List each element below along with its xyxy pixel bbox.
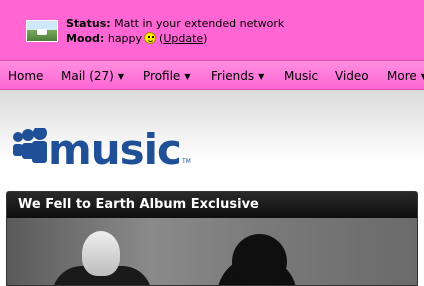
myspace-people-icon bbox=[13, 128, 47, 163]
nav-friends[interactable]: Friends ▼ bbox=[211, 69, 264, 83]
feature-panel: We Fell to Earth Album Exclusive bbox=[6, 191, 418, 286]
nav-video-label: Video bbox=[335, 69, 369, 83]
feature-title[interactable]: We Fell to Earth Album Exclusive bbox=[7, 192, 417, 218]
nav-home-label: Home bbox=[8, 69, 44, 83]
status-text: Matt in your extended network bbox=[114, 17, 285, 30]
nav-mail[interactable]: Mail (27) ▼ bbox=[61, 69, 124, 83]
nav-friends-label: Friends bbox=[211, 69, 255, 83]
nav-more[interactable]: More ▼ bbox=[387, 69, 424, 83]
caret-down-icon: ▼ bbox=[258, 72, 265, 81]
update-link[interactable]: Update bbox=[163, 32, 203, 45]
caret-down-icon: ▼ bbox=[184, 72, 191, 81]
status-line: Status: Matt in your extended network bbox=[66, 16, 284, 31]
nav-profile[interactable]: Profile ▼ bbox=[143, 69, 190, 83]
profile-thumbnail[interactable] bbox=[26, 20, 58, 42]
person-head bbox=[82, 231, 120, 276]
mood-text: happy bbox=[107, 32, 143, 45]
mood-label: Mood: bbox=[66, 32, 105, 45]
feature-photo[interactable] bbox=[7, 218, 417, 285]
nav-video[interactable]: Video bbox=[335, 69, 369, 83]
smiley-icon bbox=[144, 32, 157, 44]
nav-home[interactable]: Home bbox=[8, 69, 43, 83]
status-label: Status: bbox=[66, 17, 111, 30]
logo-wordmark: music bbox=[48, 125, 182, 174]
caret-down-icon: ▼ bbox=[117, 72, 124, 81]
person-hair bbox=[232, 234, 287, 285]
main-nav: Home Mail (27) ▼ Profile ▼ Friends ▼ Music … bbox=[0, 60, 424, 90]
music-logo[interactable]: music TM bbox=[12, 125, 192, 174]
nav-music-label: Music bbox=[284, 69, 319, 83]
nav-profile-label: Profile bbox=[143, 69, 181, 83]
nav-mail-label: Mail (27) bbox=[61, 69, 114, 83]
status-block: Status: Matt in your extended network Mo… bbox=[66, 16, 284, 46]
status-bar: Status: Matt in your extended network Mo… bbox=[0, 0, 424, 60]
trademark-mark: TM bbox=[182, 158, 191, 165]
nav-more-label: More bbox=[387, 69, 417, 83]
nav-music[interactable]: Music bbox=[284, 69, 318, 83]
mood-line: Mood: happy (Update) bbox=[66, 32, 208, 45]
